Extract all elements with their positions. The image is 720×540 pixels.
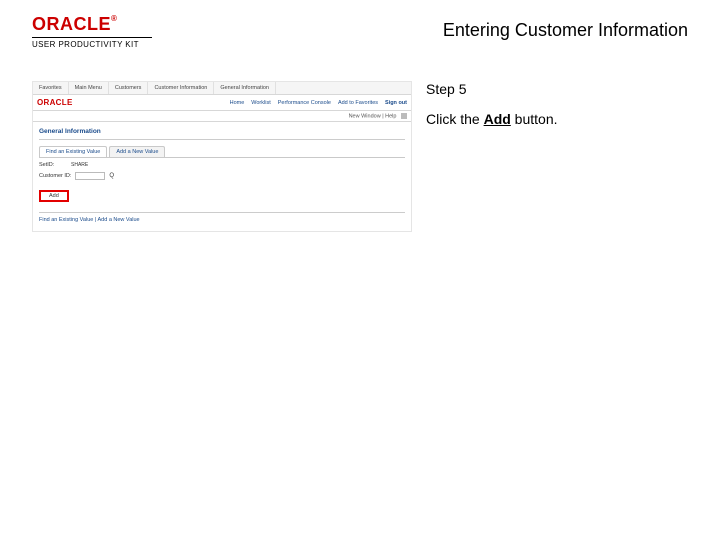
toplink-signout[interactable]: Sign out <box>385 100 407 106</box>
row-custid: Customer ID: Q <box>33 168 411 180</box>
app-oracle-logo: ORACLE <box>37 98 73 107</box>
bottom-links[interactable]: Find an Existing Value | Add a New Value <box>33 213 411 231</box>
toplink-worklist[interactable]: Worklist <box>251 100 270 106</box>
window-tools-text[interactable]: New Window | Help <box>349 113 397 119</box>
toplink-add-favorites[interactable]: Add to Favorites <box>338 100 378 106</box>
row-setid: SetID: SHARE <box>33 158 411 168</box>
section-title: General Information <box>33 122 411 137</box>
instruction-panel: Step 5 Click the Add button. <box>426 81 698 232</box>
oracle-logo-text: ORACLE <box>32 14 111 34</box>
embedded-screenshot: Favorites Main Menu Customers Customer I… <box>32 81 412 232</box>
brand-logo-block: ORACLE® USER PRODUCTIVITY KIT <box>32 14 162 49</box>
label-custid: Customer ID: <box>39 173 71 179</box>
instruction-prefix: Click the <box>426 111 484 127</box>
window-tools-bar: New Window | Help <box>33 111 411 122</box>
tab-add-new[interactable]: Add a New Value <box>109 146 165 157</box>
label-setid: SetID: <box>39 162 67 168</box>
tab-find-existing[interactable]: Find an Existing Value <box>39 146 107 157</box>
value-setid: SHARE <box>71 162 88 168</box>
logo-divider <box>32 37 152 38</box>
toplink-home[interactable]: Home <box>230 100 245 106</box>
app-window: Favorites Main Menu Customers Customer I… <box>32 81 412 232</box>
oracle-logo: ORACLE® <box>32 14 117 34</box>
help-icon[interactable] <box>401 113 407 119</box>
breadcrumb-item[interactable]: Favorites <box>33 82 69 94</box>
page-header: ORACLE® USER PRODUCTIVITY KIT Entering C… <box>0 0 720 55</box>
step-label: Step 5 <box>426 81 698 97</box>
add-button[interactable]: Add <box>39 190 69 202</box>
input-custid[interactable] <box>75 172 105 180</box>
logo-subtitle: USER PRODUCTIVITY KIT <box>32 40 162 49</box>
breadcrumb-item[interactable]: General Information <box>214 82 276 94</box>
breadcrumb-bar: Favorites Main Menu Customers Customer I… <box>33 82 411 95</box>
trademark-symbol: ® <box>111 14 117 23</box>
breadcrumb-item[interactable]: Customer Information <box>148 82 214 94</box>
content-row: Favorites Main Menu Customers Customer I… <box>0 55 720 232</box>
instruction-suffix: button. <box>511 111 558 127</box>
lookup-icon[interactable]: Q <box>109 173 114 179</box>
toplink-perf-console[interactable]: Performance Console <box>278 100 331 106</box>
instruction-text: Click the Add button. <box>426 111 698 127</box>
breadcrumb-item[interactable]: Customers <box>109 82 149 94</box>
add-button-area: Add <box>33 180 411 206</box>
tab-strip: Find an Existing Value Add a New Value <box>33 140 411 157</box>
instruction-bold: Add <box>484 111 511 127</box>
breadcrumb-item[interactable]: Main Menu <box>69 82 109 94</box>
document-title: Entering Customer Information <box>162 14 698 41</box>
app-brand-bar: ORACLE Home Worklist Performance Console… <box>33 95 411 111</box>
